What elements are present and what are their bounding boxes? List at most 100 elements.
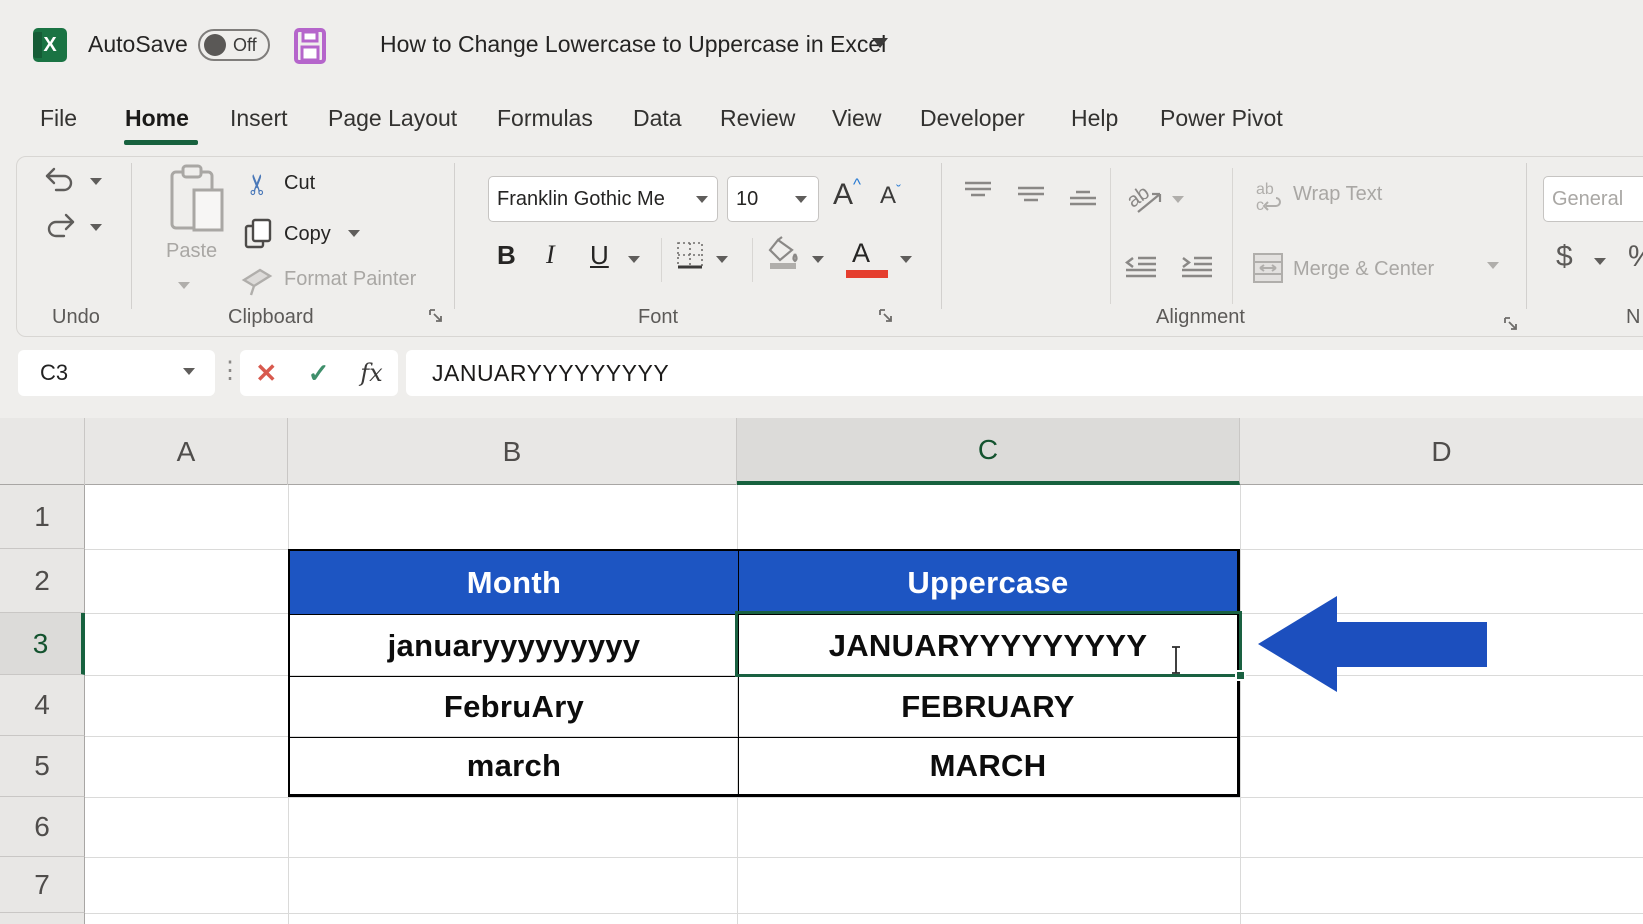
name-box-dropdown-icon[interactable] bbox=[183, 368, 195, 375]
merge-center-label[interactable]: Merge & Center bbox=[1293, 258, 1434, 281]
tab-power-pivot[interactable]: Power Pivot bbox=[1160, 105, 1283, 132]
orientation-icon[interactable]: ab bbox=[1128, 180, 1168, 218]
formula-input[interactable]: JANUARYYYYYYYYY bbox=[406, 350, 1643, 396]
title-dropdown-icon[interactable] bbox=[872, 38, 888, 48]
redo-dropdown-icon[interactable] bbox=[90, 224, 102, 231]
row-header-6[interactable]: 6 bbox=[0, 797, 85, 857]
tab-view[interactable]: View bbox=[832, 105, 881, 132]
font-color-dropdown-icon[interactable] bbox=[900, 256, 912, 263]
tab-file[interactable]: File bbox=[40, 105, 77, 132]
decrease-indent-icon[interactable] bbox=[1124, 254, 1158, 284]
group-separator bbox=[131, 163, 132, 309]
autosave-toggle[interactable]: Off bbox=[198, 29, 270, 61]
increase-font-size-button[interactable]: A^ bbox=[833, 175, 861, 212]
borders-icon[interactable] bbox=[675, 240, 705, 270]
row-header-2[interactable]: 2 bbox=[0, 549, 85, 613]
tab-page-layout[interactable]: Page Layout bbox=[328, 105, 457, 132]
row-header-3[interactable]: 3 bbox=[0, 613, 85, 675]
cut-icon[interactable]: ✂ bbox=[241, 173, 274, 196]
paste-label[interactable]: Paste bbox=[166, 240, 217, 263]
paste-dropdown-icon[interactable] bbox=[178, 282, 190, 289]
format-painter-icon[interactable] bbox=[240, 266, 274, 298]
tab-home[interactable]: Home bbox=[125, 105, 189, 132]
excel-app-icon[interactable]: X bbox=[33, 28, 67, 62]
clipboard-dialog-launcher-icon[interactable] bbox=[428, 308, 444, 324]
underline-button[interactable]: U bbox=[590, 240, 609, 271]
orientation-dropdown-icon[interactable] bbox=[1172, 196, 1184, 203]
tab-data[interactable]: Data bbox=[633, 105, 682, 132]
italic-button[interactable]: I bbox=[546, 240, 555, 270]
row-header-5[interactable]: 5 bbox=[0, 736, 85, 797]
cell-C2[interactable]: Uppercase bbox=[739, 551, 1238, 615]
document-title[interactable]: How to Change Lowercase to Uppercase in … bbox=[380, 31, 886, 58]
column-header-a[interactable]: A bbox=[85, 418, 288, 485]
currency-dropdown-icon[interactable] bbox=[1594, 258, 1606, 265]
font-name-combo[interactable]: Franklin Gothic Me bbox=[488, 176, 718, 222]
number-format-combo[interactable]: General bbox=[1543, 176, 1643, 222]
fill-handle[interactable] bbox=[1235, 670, 1246, 681]
tab-formulas[interactable]: Formulas bbox=[497, 105, 593, 132]
format-painter-label[interactable]: Format Painter bbox=[284, 268, 416, 291]
align-bottom-icon[interactable] bbox=[1068, 184, 1098, 210]
paste-icon[interactable] bbox=[166, 164, 228, 234]
separator bbox=[1232, 168, 1233, 304]
align-top-icon[interactable] bbox=[963, 180, 993, 206]
column-header-d[interactable]: D bbox=[1240, 418, 1643, 485]
number-format-value: General bbox=[1552, 188, 1623, 211]
font-dialog-launcher-icon[interactable] bbox=[878, 308, 894, 324]
increase-indent-icon[interactable] bbox=[1180, 254, 1214, 284]
undo-dropdown-icon[interactable] bbox=[90, 178, 102, 185]
select-all-button[interactable] bbox=[0, 418, 85, 485]
enter-icon[interactable]: ✓ bbox=[308, 358, 330, 389]
row-header-1[interactable]: 1 bbox=[0, 485, 85, 549]
copy-icon[interactable] bbox=[244, 218, 274, 250]
fill-color-dropdown-icon[interactable] bbox=[812, 256, 824, 263]
bold-button[interactable]: B bbox=[497, 240, 516, 271]
cell-C5[interactable]: MARCH bbox=[739, 738, 1238, 795]
column-header-c[interactable]: C bbox=[737, 418, 1240, 485]
alignment-dialog-launcher-icon[interactable] bbox=[1503, 316, 1519, 332]
row-header-7[interactable]: 7 bbox=[0, 857, 85, 913]
cell-B4[interactable]: FebruAry bbox=[290, 677, 739, 738]
tab-developer[interactable]: Developer bbox=[920, 105, 1025, 132]
redo-button[interactable] bbox=[42, 212, 78, 242]
save-icon[interactable] bbox=[294, 28, 326, 64]
annotation-arrow-left-icon bbox=[1250, 590, 1495, 700]
text-cursor-icon bbox=[1168, 645, 1184, 675]
fill-color-icon[interactable] bbox=[766, 236, 802, 270]
decrease-font-size-button[interactable]: Aˇ bbox=[880, 182, 901, 210]
tab-review[interactable]: Review bbox=[720, 105, 795, 132]
cell-B2[interactable]: Month bbox=[290, 551, 739, 615]
align-middle-icon[interactable] bbox=[1016, 182, 1046, 208]
group-separator bbox=[454, 163, 455, 309]
copy-label[interactable]: Copy bbox=[284, 223, 331, 246]
merge-center-icon[interactable] bbox=[1252, 252, 1284, 284]
underline-dropdown-icon[interactable] bbox=[628, 256, 640, 263]
row-header-4[interactable]: 4 bbox=[0, 675, 85, 736]
borders-dropdown-icon[interactable] bbox=[716, 256, 728, 263]
row-header-8-partial[interactable] bbox=[0, 913, 85, 924]
cell-C4[interactable]: FEBRUARY bbox=[739, 677, 1238, 738]
cancel-icon[interactable]: ✕ bbox=[255, 358, 277, 389]
percent-format-button[interactable]: % bbox=[1628, 240, 1643, 274]
tab-help[interactable]: Help bbox=[1071, 105, 1118, 132]
font-name-dropdown-icon[interactable] bbox=[696, 196, 708, 203]
undo-button[interactable] bbox=[42, 166, 78, 196]
font-color-icon[interactable]: A bbox=[852, 238, 870, 269]
autosave-label: AutoSave bbox=[88, 31, 188, 58]
currency-format-button[interactable]: $ bbox=[1556, 240, 1573, 274]
cell-B3[interactable]: januaryyyyyyyyy bbox=[290, 615, 739, 677]
number-group-label: N bbox=[1626, 306, 1640, 329]
font-size-dropdown-icon[interactable] bbox=[795, 196, 807, 203]
wrap-text-label[interactable]: Wrap Text bbox=[1293, 183, 1382, 206]
autosave-state: Off bbox=[233, 35, 257, 56]
merge-center-dropdown-icon[interactable] bbox=[1487, 262, 1499, 269]
formula-bar-grip-icon[interactable]: ⋮ bbox=[218, 356, 242, 385]
wrap-text-icon[interactable]: ab c bbox=[1254, 180, 1286, 214]
copy-dropdown-icon[interactable] bbox=[348, 230, 360, 237]
cut-label[interactable]: Cut bbox=[284, 172, 315, 195]
insert-function-icon[interactable]: fx bbox=[360, 359, 382, 387]
cell-B5[interactable]: march bbox=[290, 738, 739, 795]
tab-insert[interactable]: Insert bbox=[230, 105, 288, 132]
column-header-b[interactable]: B bbox=[288, 418, 737, 485]
